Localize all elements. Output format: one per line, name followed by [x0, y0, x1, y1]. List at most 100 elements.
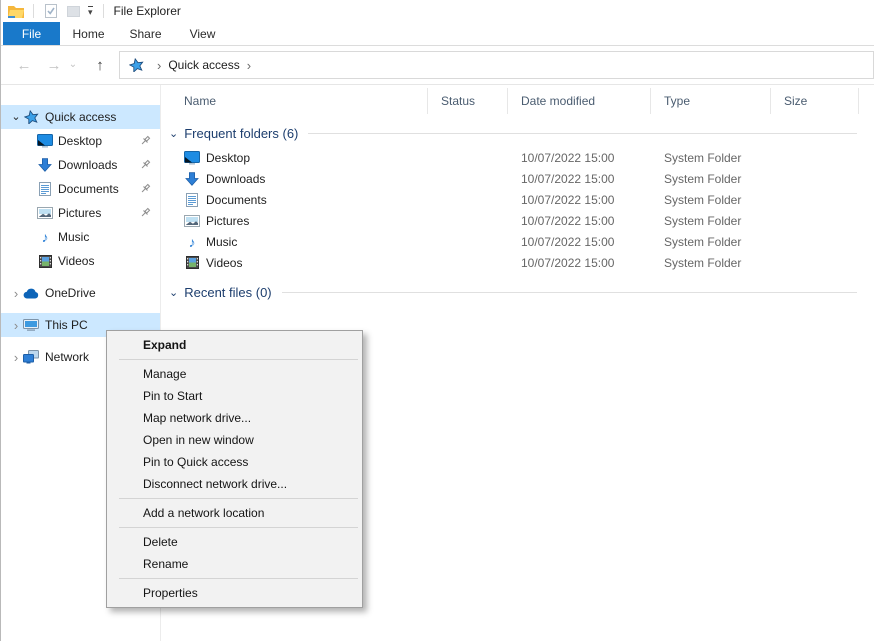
pin-icon [139, 158, 152, 171]
menu-separator [119, 527, 358, 528]
column-header-date-modified[interactable]: Date modified [508, 88, 651, 114]
menu-item-rename[interactable]: Rename [107, 553, 362, 575]
ribbon-tab-bar: File Home Share View [1, 22, 874, 46]
file-date-modified: 10/07/2022 15:00 [508, 256, 651, 270]
tab-view[interactable]: View [174, 22, 231, 45]
window-title: File Explorer [114, 4, 181, 18]
videos-icon [184, 255, 200, 271]
file-row-music[interactable]: ♪ Music 10/07/2022 15:00 System Folder [161, 231, 874, 252]
properties-icon[interactable] [43, 3, 59, 19]
file-row-downloads[interactable]: Downloads 10/07/2022 15:00 System Folder [161, 168, 874, 189]
sidebar-item-label: Documents [58, 182, 119, 196]
chevron-right-icon[interactable]: › [9, 287, 23, 300]
tab-file[interactable]: File [3, 22, 60, 45]
menu-separator [119, 498, 358, 499]
sidebar-item-label: This PC [45, 318, 88, 332]
file-date-modified: 10/07/2022 15:00 [508, 193, 651, 207]
sidebar-item-label: Quick access [45, 110, 116, 124]
chevron-down-icon[interactable]: ⌄ [9, 112, 23, 123]
menu-separator [119, 359, 358, 360]
customize-quick-access-toolbar-icon[interactable]: ▾ [88, 6, 93, 17]
column-header-size[interactable]: Size [771, 88, 859, 114]
titlebar-divider [103, 4, 104, 18]
file-row-videos[interactable]: Videos 10/07/2022 15:00 System Folder [161, 252, 874, 273]
menu-item-disconnect-network-drive[interactable]: Disconnect network drive... [107, 473, 362, 495]
quick-access-star-icon [23, 109, 39, 125]
column-header-status[interactable]: Status [428, 88, 508, 114]
file-row-documents[interactable]: Documents 10/07/2022 15:00 System Folder [161, 189, 874, 210]
column-header-type[interactable]: Type [651, 88, 771, 114]
file-date-modified: 10/07/2022 15:00 [508, 235, 651, 249]
title-bar: ▾ File Explorer [1, 0, 874, 22]
tab-home[interactable]: Home [60, 22, 117, 45]
group-header-frequent-folders[interactable]: ⌄ Frequent folders (6) [161, 123, 874, 143]
sidebar-item-videos[interactable]: Videos [1, 249, 160, 273]
navigation-bar: ← → ⌄ ↑ › Quick access › [1, 46, 874, 85]
sidebar-item-pictures[interactable]: Pictures [1, 201, 160, 225]
sidebar-item-label: Music [58, 230, 89, 244]
sidebar-item-label: Videos [58, 254, 94, 268]
menu-item-open-in-new-window[interactable]: Open in new window [107, 429, 362, 451]
sidebar-item-music[interactable]: ♪ Music [1, 225, 160, 249]
menu-item-pin-to-start[interactable]: Pin to Start [107, 385, 362, 407]
desktop-icon [184, 150, 200, 166]
downloads-icon [184, 171, 200, 187]
new-folder-icon[interactable] [65, 3, 81, 19]
breadcrumb-chevron-icon[interactable]: › [247, 58, 251, 73]
chevron-down-icon[interactable]: ⌄ [169, 127, 178, 140]
file-name: Desktop [206, 151, 250, 165]
address-bar[interactable]: › Quick access › [119, 51, 874, 79]
group-header-label: Recent files (0) [184, 285, 271, 300]
sidebar-item-documents[interactable]: Documents [1, 177, 160, 201]
menu-item-map-network-drive[interactable]: Map network drive... [107, 407, 362, 429]
file-date-modified: 10/07/2022 15:00 [508, 151, 651, 165]
menu-separator [119, 578, 358, 579]
sidebar-item-quick-access[interactable]: ⌄ Quick access [1, 105, 160, 129]
file-row-pictures[interactable]: Pictures 10/07/2022 15:00 System Folder [161, 210, 874, 231]
chevron-right-icon[interactable]: › [9, 351, 23, 364]
menu-item-manage[interactable]: Manage [107, 363, 362, 385]
pin-icon [139, 134, 152, 147]
music-note-icon: ♪ [184, 234, 200, 250]
column-header-name[interactable]: Name [161, 88, 428, 114]
file-type: System Folder [651, 193, 771, 207]
this-pc-icon [23, 317, 39, 333]
file-date-modified: 10/07/2022 15:00 [508, 214, 651, 228]
file-explorer-logo-icon [8, 3, 24, 19]
menu-item-pin-to-quick-access[interactable]: Pin to Quick access [107, 451, 362, 473]
menu-item-add-a-network-location[interactable]: Add a network location [107, 502, 362, 524]
back-icon[interactable]: ← [13, 58, 35, 73]
sidebar-item-downloads[interactable]: Downloads [1, 153, 160, 177]
downloads-icon [37, 157, 53, 173]
titlebar-divider [33, 4, 34, 18]
file-name: Documents [206, 193, 267, 207]
tab-share[interactable]: Share [117, 22, 174, 45]
file-row-desktop[interactable]: Desktop 10/07/2022 15:00 System Folder [161, 147, 874, 168]
breadcrumb-item-quick-access[interactable]: Quick access [168, 58, 239, 72]
menu-item-properties[interactable]: Properties [107, 582, 362, 604]
group-header-rule [308, 133, 857, 134]
onedrive-icon [23, 285, 39, 301]
sidebar-item-label: Pictures [58, 206, 101, 220]
file-type: System Folder [651, 172, 771, 186]
recent-locations-chevron-icon[interactable]: ⌄ [67, 60, 79, 70]
file-name: Pictures [206, 214, 249, 228]
file-name: Music [206, 235, 237, 249]
pictures-icon [184, 213, 200, 229]
file-type: System Folder [651, 256, 771, 270]
menu-item-expand[interactable]: Expand [107, 334, 362, 356]
sidebar-item-desktop[interactable]: Desktop [1, 129, 160, 153]
pictures-icon [37, 205, 53, 221]
forward-icon[interactable]: → [43, 58, 65, 73]
chevron-right-icon[interactable]: › [9, 319, 23, 332]
file-name: Videos [206, 256, 242, 270]
menu-item-delete[interactable]: Delete [107, 531, 362, 553]
file-type: System Folder [651, 151, 771, 165]
group-header-recent-files[interactable]: ⌄ Recent files (0) [161, 282, 874, 302]
up-icon[interactable]: ↑ [89, 58, 111, 73]
sidebar-item-onedrive[interactable]: › OneDrive [1, 281, 160, 305]
chevron-down-icon[interactable]: ⌄ [169, 286, 178, 299]
sidebar-item-label: OneDrive [45, 286, 96, 300]
network-icon [23, 349, 39, 365]
group-header-label: Frequent folders (6) [184, 126, 298, 141]
